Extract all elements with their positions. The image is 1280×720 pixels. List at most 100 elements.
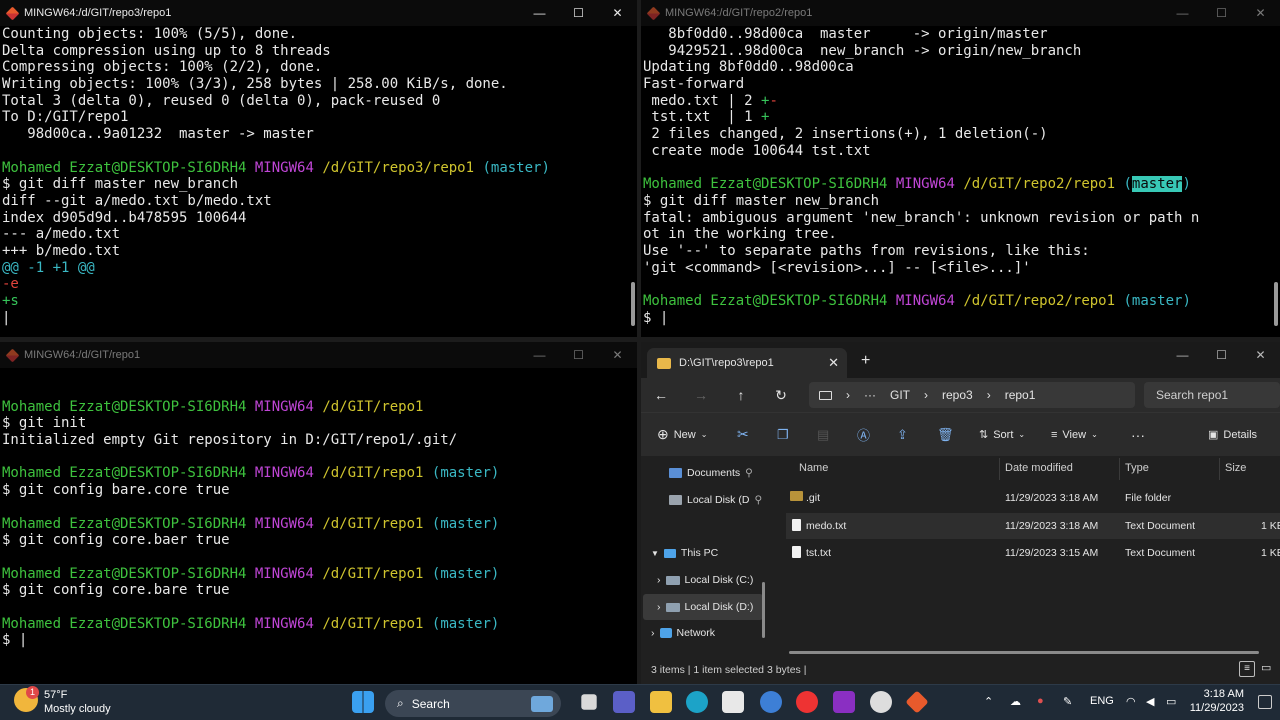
file-row[interactable]: tst.txt 11/29/2023 3:15 AM Text Document… [786, 540, 1280, 566]
terminal-line: Initialized empty Git repository in D:/G… [2, 432, 635, 449]
new-button[interactable]: ⊕ New ⌄ [657, 426, 707, 443]
sidebar-item-local-disk-d-pinned[interactable]: Local Disk (D ⚲ [669, 494, 762, 506]
column-header-type[interactable]: Type [1125, 462, 1149, 474]
refresh-button[interactable]: ↻ [761, 387, 801, 404]
details-button[interactable]: ▣ Details [1208, 428, 1257, 442]
up-button[interactable]: ↑ [721, 387, 761, 403]
volume-icon[interactable]: ◀ [1146, 695, 1154, 708]
terminal-line: $ | [643, 310, 1278, 327]
clock[interactable]: 3:18 AM 11/29/2023 [1190, 687, 1244, 715]
microphone-icon[interactable]: ● [1037, 695, 1044, 707]
terminal-repo3[interactable]: MINGW64:/d/GIT/repo3/repo1 — ☐ ✕ Countin… [0, 0, 637, 337]
close-button[interactable]: ✕ [1241, 0, 1280, 26]
file-explorer-window[interactable]: D:\GIT\repo3\repo1 ✕ + — ☐ ✕ ← → ↑ ↻ › ·… [641, 342, 1280, 684]
onenote-icon[interactable] [833, 691, 855, 713]
minimize-button[interactable]: — [520, 0, 559, 26]
rename-icon[interactable]: Ⓐ [857, 425, 870, 444]
sidebar-item-local-disk-c[interactable]: › Local Disk (C:) [657, 574, 753, 586]
column-header-date-modified[interactable]: Date modified [1005, 462, 1073, 474]
terminal-output[interactable]: 8bf0dd0..98d00ca master -> origin/master… [641, 26, 1280, 326]
title-bar[interactable]: MINGW64:/d/GIT/repo3/repo1 — ☐ ✕ [0, 0, 637, 26]
language-indicator[interactable]: ENG [1090, 695, 1114, 707]
window-title: MINGW64:/d/GIT/repo3/repo1 [24, 7, 172, 19]
back-button[interactable]: ← [641, 387, 681, 403]
youtube-icon[interactable] [796, 691, 818, 713]
terminal-text: +s [2, 293, 19, 309]
paste-icon[interactable]: ▤ [817, 427, 829, 443]
new-tab-button[interactable]: + [861, 352, 870, 370]
sidebar-item-network[interactable]: › Network [651, 627, 715, 639]
task-view-icon[interactable] [581, 694, 597, 710]
teams-icon[interactable] [613, 691, 635, 713]
store-icon[interactable] [722, 691, 744, 713]
sidebar-item-local-disk-d[interactable]: › Local Disk (D:) [643, 594, 763, 620]
cut-icon[interactable]: ✂ [737, 426, 749, 443]
view-button[interactable]: ≡ View ⌄ [1051, 429, 1098, 441]
address-bar[interactable]: › ··· GIT › repo3 › repo1 [809, 382, 1135, 408]
terminal-repo2[interactable]: MINGW64:/d/GIT/repo2/repo1 — ☐ ✕ 8bf0dd0… [641, 0, 1280, 337]
close-button[interactable]: ✕ [1241, 342, 1280, 368]
file-row-selected[interactable]: medo.txt 11/29/2023 3:18 AM Text Documen… [786, 513, 1280, 539]
terminal-text: MINGW64 [254, 398, 323, 415]
terminal-repo1[interactable]: MINGW64:/d/GIT/repo1 — ☐ ✕ Mohamed Ezzat… [0, 342, 637, 684]
tab-strip: D:\GIT\repo3\repo1 ✕ + — ☐ ✕ [641, 342, 1280, 378]
copy-icon[interactable]: ❐ [777, 427, 789, 443]
sidebar-item-this-pc[interactable]: ▼ This PC [651, 547, 718, 559]
wifi-icon[interactable]: ◠ [1126, 695, 1136, 708]
cloud-icon[interactable]: ☁ [1010, 695, 1021, 708]
maximize-button[interactable]: ☐ [559, 0, 598, 26]
title-bar[interactable]: MINGW64:/d/GIT/repo2/repo1 — ☐ ✕ [641, 0, 1280, 26]
breadcrumb-repo1[interactable]: repo1 [1005, 388, 1036, 402]
horizontal-scrollbar[interactable] [789, 651, 1259, 654]
delete-icon[interactable]: 🗑 [937, 427, 954, 443]
git-bash-taskbar-icon[interactable] [905, 690, 929, 714]
terminal-output[interactable]: Mohamed Ezzat@DESKTOP-SI6DRH4 MINGW64 /d… [0, 368, 637, 649]
git-bash-icon [5, 6, 20, 20]
breadcrumb-repo3[interactable]: repo3 [942, 388, 973, 402]
sidebar-item-documents[interactable]: Documents ⚲ [669, 467, 753, 479]
close-button[interactable]: ✕ [598, 342, 637, 368]
forward-button[interactable]: → [681, 387, 721, 403]
weather-widget[interactable]: 1 57°F Mostly cloudy [14, 686, 111, 716]
close-tab-icon[interactable]: ✕ [828, 355, 839, 371]
column-header-name[interactable]: Name [799, 462, 828, 474]
overflow-ellipsis[interactable]: ··· [864, 388, 876, 402]
share-icon[interactable]: ⇪ [897, 427, 908, 443]
plus-circle-icon: ⊕ [657, 426, 669, 442]
windows-start-icon[interactable] [352, 691, 374, 713]
search-input[interactable]: Search repo1 [1144, 382, 1280, 408]
sidebar-scrollbar[interactable] [762, 582, 765, 638]
terminal-line: Mohamed Ezzat@DESKTOP-SI6DRH4 MINGW64 /d… [2, 399, 635, 416]
terminal-line: Counting objects: 100% (5/5), done. [2, 26, 635, 43]
minimize-button[interactable]: — [520, 342, 559, 368]
minimize-button[interactable]: — [1163, 0, 1202, 26]
vscode-icon[interactable] [760, 691, 782, 713]
terminal-text: (master) [431, 515, 500, 532]
maximize-button[interactable]: ☐ [1202, 342, 1241, 368]
sort-button[interactable]: ⇅ Sort ⌄ [979, 428, 1025, 442]
tiles-view-icon[interactable]: ▭ [1261, 661, 1275, 677]
title-bar[interactable]: MINGW64:/d/GIT/repo1 — ☐ ✕ [0, 342, 637, 368]
scrollbar[interactable] [631, 282, 635, 326]
battery-icon[interactable]: ▭ [1166, 695, 1176, 708]
maximize-button[interactable]: ☐ [559, 342, 598, 368]
column-header-size[interactable]: Size [1225, 462, 1246, 474]
pen-icon[interactable]: ✎ [1063, 695, 1072, 708]
terminal-output[interactable]: Counting objects: 100% (5/5), done. Delta… [0, 26, 637, 326]
maximize-button[interactable]: ☐ [1202, 0, 1241, 26]
breadcrumb-git[interactable]: GIT [890, 388, 910, 402]
chrome-icon[interactable] [870, 691, 892, 713]
more-options-icon[interactable]: ··· [1131, 427, 1145, 443]
taskbar-search[interactable]: ⌕ Search [385, 690, 561, 717]
close-button[interactable]: ✕ [598, 0, 637, 26]
details-view-icon[interactable]: ≡ [1239, 661, 1255, 677]
tab-repo1[interactable]: D:\GIT\repo3\repo1 ✕ [647, 348, 847, 378]
scrollbar[interactable] [1274, 282, 1278, 326]
computer-icon [663, 548, 676, 558]
notification-icon[interactable] [1258, 695, 1272, 709]
chevron-up-icon[interactable]: ⌃ [984, 695, 993, 708]
edge-icon[interactable] [686, 691, 708, 713]
file-explorer-icon[interactable] [650, 691, 672, 713]
minimize-button[interactable]: — [1163, 342, 1202, 368]
file-row[interactable]: .git 11/29/2023 3:18 AM File folder [786, 485, 1280, 511]
